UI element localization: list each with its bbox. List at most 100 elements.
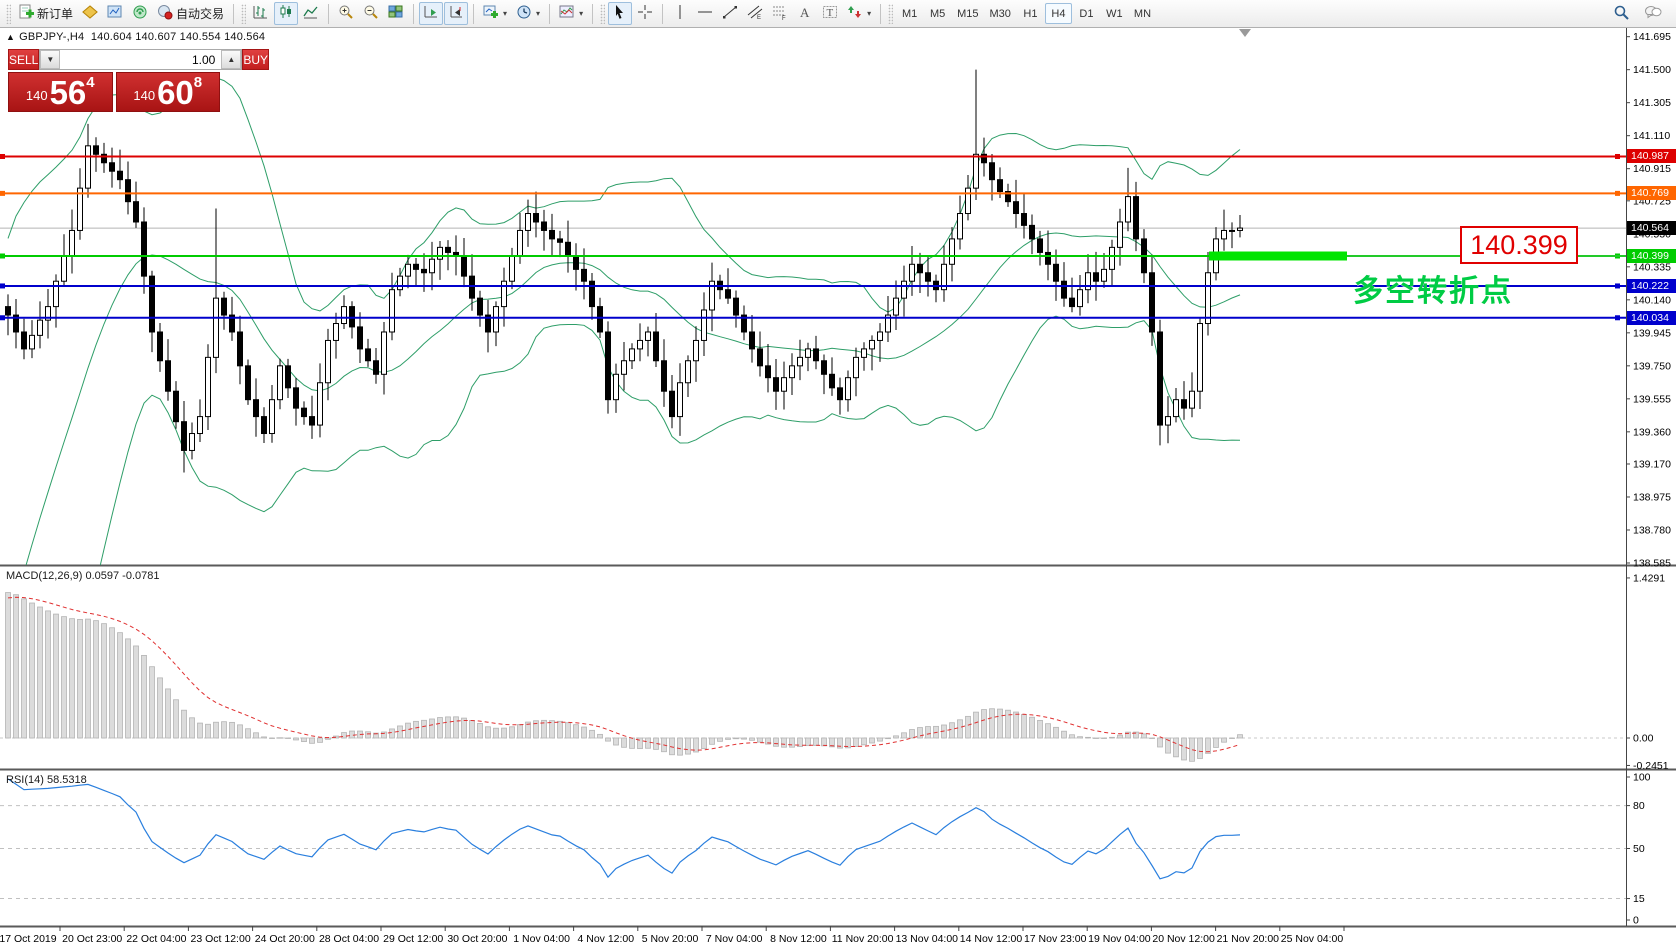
svg-text:100: 100 (1633, 772, 1651, 784)
main-toolbar: 新订单 自动交易 ▾ (0, 0, 1676, 28)
timeframe-m15[interactable]: M15 (952, 3, 983, 24)
svg-text:141.500: 141.500 (1633, 64, 1671, 76)
indicators-button[interactable]: ▾ (555, 2, 587, 25)
new-chart-icon (483, 4, 499, 23)
search-icon (1613, 4, 1630, 24)
market-watch-button[interactable] (103, 2, 127, 25)
timeframe-m5[interactable]: M5 (924, 3, 951, 24)
svg-text:139.750: 139.750 (1633, 360, 1671, 372)
bar-chart-button[interactable] (249, 2, 273, 25)
toolbar-grip[interactable] (241, 4, 246, 24)
dropdown-caret: ▾ (536, 9, 540, 18)
timeframe-group: M1M5M15M30H1H4D1W1MN (896, 3, 1156, 24)
hline-red-badge: 140.987 (1627, 149, 1676, 163)
separator (592, 4, 593, 24)
hline-blue-2-badge: 140.034 (1627, 311, 1676, 325)
autotrading-label: 自动交易 (176, 5, 224, 22)
timeframe-h1[interactable]: H1 (1017, 3, 1044, 24)
timeframe-m30[interactable]: M30 (985, 3, 1016, 24)
crosshair-icon (637, 4, 653, 23)
buy-button[interactable]: BUY (242, 49, 269, 70)
new-chart-button[interactable]: ▾ (479, 2, 511, 25)
hline-blue-1-badge: 140.222 (1627, 279, 1676, 293)
one-click-trading-panel: SELL ▼ ▲ BUY 140 56 4 140 60 8 (8, 49, 220, 112)
fibonacci-button[interactable]: F (768, 2, 792, 25)
buy-price-pip: 8 (194, 76, 202, 90)
timeframe-d1[interactable]: D1 (1073, 3, 1100, 24)
price-callout-box[interactable]: 140.399 (1460, 226, 1578, 264)
chart-periods-button[interactable]: ▾ (512, 2, 544, 25)
new-order-label: 新订单 (37, 5, 73, 22)
sell-button[interactable]: SELL (8, 49, 39, 70)
tile-windows-icon (388, 4, 404, 23)
symbol-title: GBPJPY-,H4 (19, 31, 84, 43)
trendline-icon (722, 4, 738, 23)
cursor-button[interactable] (608, 2, 632, 25)
zoom-in-button[interactable] (334, 2, 358, 25)
tile-windows-button[interactable] (384, 2, 408, 25)
bar-chart-icon (253, 4, 269, 23)
equidistant-channel-button[interactable]: E (743, 2, 767, 25)
svg-text:138.780: 138.780 (1633, 524, 1671, 536)
trendline-button[interactable] (718, 2, 742, 25)
buy-price-big: 140 (133, 83, 155, 109)
crosshair-button[interactable] (633, 2, 657, 25)
svg-text:7 Nov 04:00: 7 Nov 04:00 (706, 933, 763, 945)
timeframe-mn[interactable]: MN (1129, 3, 1156, 24)
price-chart[interactable]: 141.695141.500141.305141.110140.915140.7… (0, 28, 1676, 948)
candlestick-chart-icon (278, 4, 294, 23)
candlestick-chart-button[interactable] (274, 2, 298, 25)
dropdown-caret: ▾ (867, 9, 871, 18)
text-label-button[interactable]: T (818, 2, 842, 25)
clock-icon (516, 4, 532, 23)
market-watch-icon (107, 4, 123, 23)
chat-button[interactable] (1640, 2, 1666, 25)
volume-decrease-button[interactable]: ▼ (40, 50, 60, 69)
sell-quote-panel[interactable]: 140 56 4 (8, 72, 113, 112)
toolbar-grip[interactable] (888, 4, 893, 24)
svg-text:139.170: 139.170 (1633, 458, 1671, 470)
highlight-segment[interactable] (1209, 252, 1347, 261)
svg-text:138.585: 138.585 (1633, 557, 1671, 569)
signals-button[interactable] (128, 2, 152, 25)
autotrading-button[interactable]: 自动交易 (153, 2, 228, 25)
arrows-icon (847, 4, 863, 23)
volume-input[interactable] (60, 50, 221, 69)
current-price-badge: 140.564 (1627, 221, 1676, 235)
sell-price-big: 140 (26, 83, 48, 109)
svg-text:140.335: 140.335 (1633, 261, 1671, 273)
buy-quote-panel[interactable]: 140 60 8 (116, 72, 221, 112)
horizontal-line-button[interactable] (693, 2, 717, 25)
timeframe-w1[interactable]: W1 (1101, 3, 1128, 24)
timeframe-m1[interactable]: M1 (896, 3, 923, 24)
svg-text:17 Nov 23:00: 17 Nov 23:00 (1024, 933, 1087, 945)
svg-text:30 Oct 20:00: 30 Oct 20:00 (447, 933, 507, 945)
hline-green-badge: 140.399 (1627, 249, 1676, 263)
cursor-icon (612, 4, 628, 23)
toolbar-grip[interactable] (6, 4, 11, 24)
separator (233, 4, 234, 24)
collapse-panel-icon[interactable]: ▲ (6, 32, 15, 42)
chart-shift-button[interactable] (444, 2, 468, 25)
vertical-line-button[interactable] (668, 2, 692, 25)
volume-increase-button[interactable]: ▲ (221, 50, 241, 69)
timeframe-h4[interactable]: H4 (1045, 3, 1072, 24)
svg-text:80: 80 (1633, 800, 1645, 812)
toolbar-grip[interactable] (600, 4, 605, 24)
zoom-out-button[interactable] (359, 2, 383, 25)
svg-text:17 Oct 2019: 17 Oct 2019 (0, 933, 57, 945)
svg-text:139.555: 139.555 (1633, 393, 1671, 405)
svg-text:141.695: 141.695 (1633, 31, 1671, 43)
autotrading-icon (157, 4, 173, 23)
new-order-button[interactable]: 新订单 (14, 2, 77, 25)
line-chart-button[interactable] (299, 2, 323, 25)
horizontal-line-icon (697, 4, 713, 23)
search-button[interactable] (1609, 2, 1634, 25)
profiles-button[interactable] (78, 2, 102, 25)
text-button[interactable]: A (793, 2, 817, 25)
auto-scroll-button[interactable] (419, 2, 443, 25)
equidistant-channel-icon: E (747, 4, 763, 23)
arrows-button[interactable]: ▾ (843, 2, 875, 25)
new-order-icon (18, 4, 34, 23)
svg-text:1 Nov 04:00: 1 Nov 04:00 (513, 933, 570, 945)
